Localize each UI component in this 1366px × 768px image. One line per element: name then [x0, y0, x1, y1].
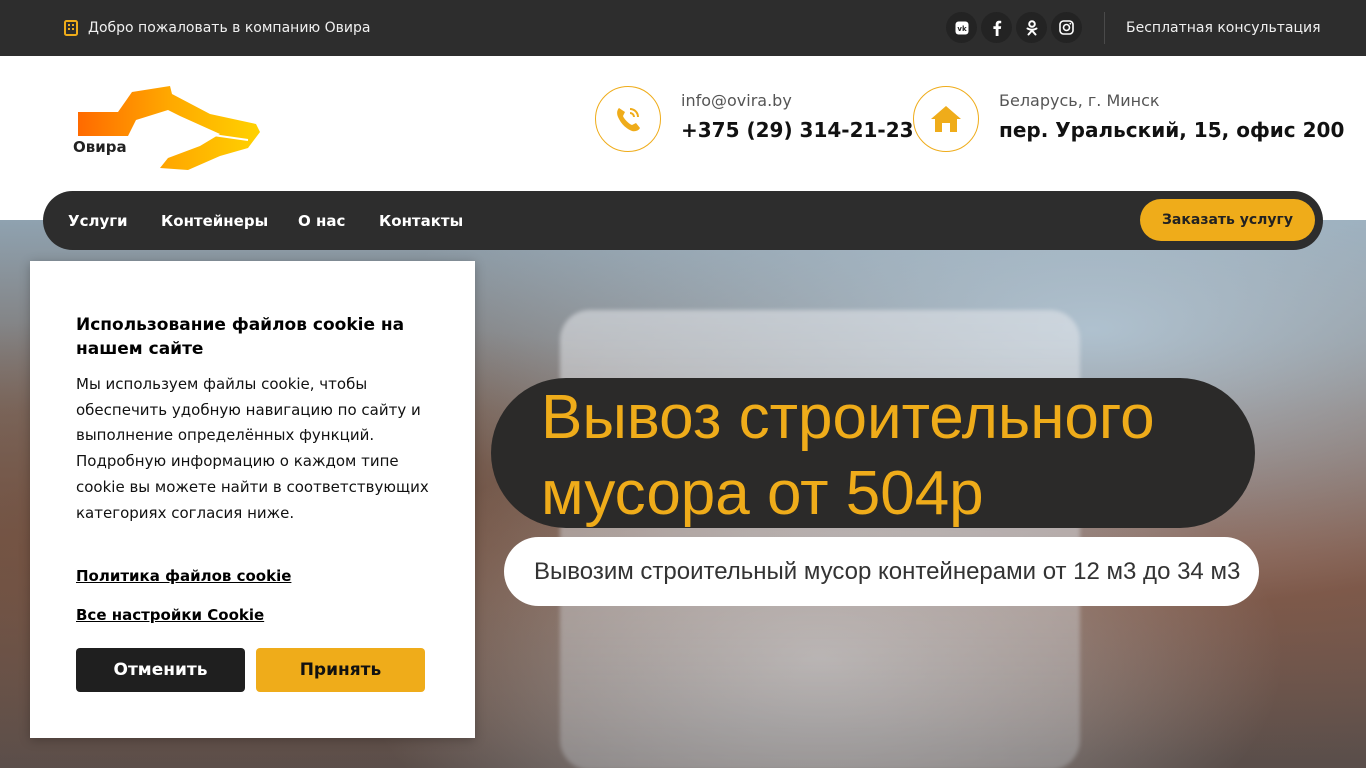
free-consultation-link[interactable]: Бесплатная консультация	[1126, 0, 1321, 56]
hero-subtitle-box: Вывозим строительный мусор контейнерами …	[504, 537, 1259, 606]
cookie-settings-link[interactable]: Все настройки Cookie	[76, 606, 264, 624]
social-links: vk	[946, 12, 1082, 43]
cancel-button[interactable]: Отменить	[76, 648, 245, 692]
hero-subtitle: Вывозим строительный мусор контейнерами …	[534, 557, 1241, 585]
building-icon	[64, 20, 78, 36]
welcome-text: Добро пожаловать в компанию Овира	[88, 20, 371, 36]
cookie-policy-link[interactable]: Политика файлов cookie	[76, 567, 291, 585]
location-label: Беларусь, г. Минск	[999, 91, 1160, 110]
nav-item-containers[interactable]: Контейнеры	[161, 191, 268, 250]
top-bar: Добро пожаловать в компанию Овира vk Бес…	[0, 0, 1366, 56]
email-link[interactable]: info@ovira.by	[681, 91, 792, 110]
topbar-divider	[1104, 12, 1105, 44]
logo[interactable]	[70, 84, 266, 172]
address-text: пер. Уральский, 15, офис 200	[999, 118, 1345, 142]
nav-item-contacts[interactable]: Контакты	[379, 191, 463, 250]
instagram-icon[interactable]	[1051, 12, 1082, 43]
accept-button[interactable]: Принять	[256, 648, 425, 692]
vk-icon[interactable]: vk	[946, 12, 977, 43]
cookie-title: Использование файлов cookie на нашем сай…	[76, 315, 405, 359]
home-icon	[913, 86, 979, 152]
logo-text: Овира	[73, 138, 127, 156]
cookie-consent-dialog: Использование файлов cookie на нашем сай…	[30, 261, 475, 738]
nav-item-about[interactable]: О нас	[298, 191, 345, 250]
svg-text:vk: vk	[957, 25, 967, 33]
main-nav: Услуги Контейнеры О нас Контакты Заказат…	[43, 191, 1323, 250]
nav-item-services[interactable]: Услуги	[68, 191, 128, 250]
phone-number[interactable]: +375 (29) 314-21-23	[681, 118, 914, 142]
welcome-message: Добро пожаловать в компанию Овира	[64, 0, 371, 56]
order-service-button[interactable]: Заказать услугу	[1140, 199, 1315, 241]
hero-title: Вывоз строительного мусора от 504р	[541, 383, 1155, 528]
odnoklassniki-icon[interactable]	[1016, 12, 1047, 43]
phone-icon	[595, 86, 661, 152]
facebook-icon[interactable]	[981, 12, 1012, 43]
cookie-description: Мы используем файлы cookie, чтобы обеспе…	[76, 375, 429, 522]
